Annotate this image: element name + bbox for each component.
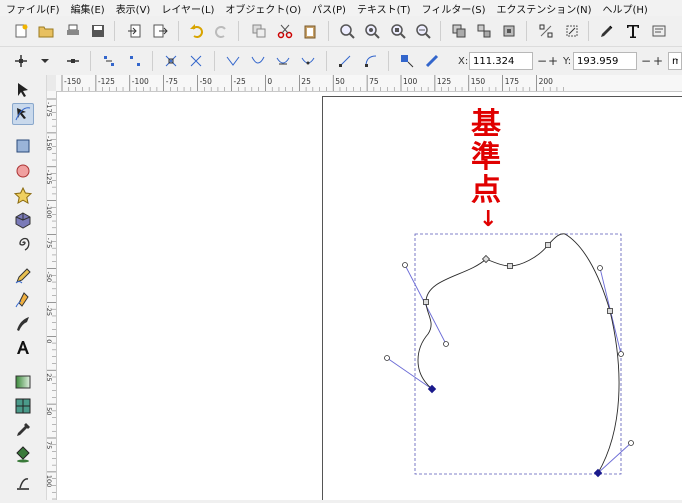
selected-nodes[interactable] (427, 384, 603, 478)
handle-knobs[interactable] (384, 262, 634, 446)
path-editing-overlay[interactable] (0, 0, 682, 500)
reference-point-annotation: 基 準 点 (471, 107, 501, 208)
selection-bounding-box (414, 233, 622, 475)
bezier-path[interactable] (417, 233, 620, 474)
annotation-arrow: ↓ (479, 207, 498, 232)
handle-lines (386, 264, 632, 474)
